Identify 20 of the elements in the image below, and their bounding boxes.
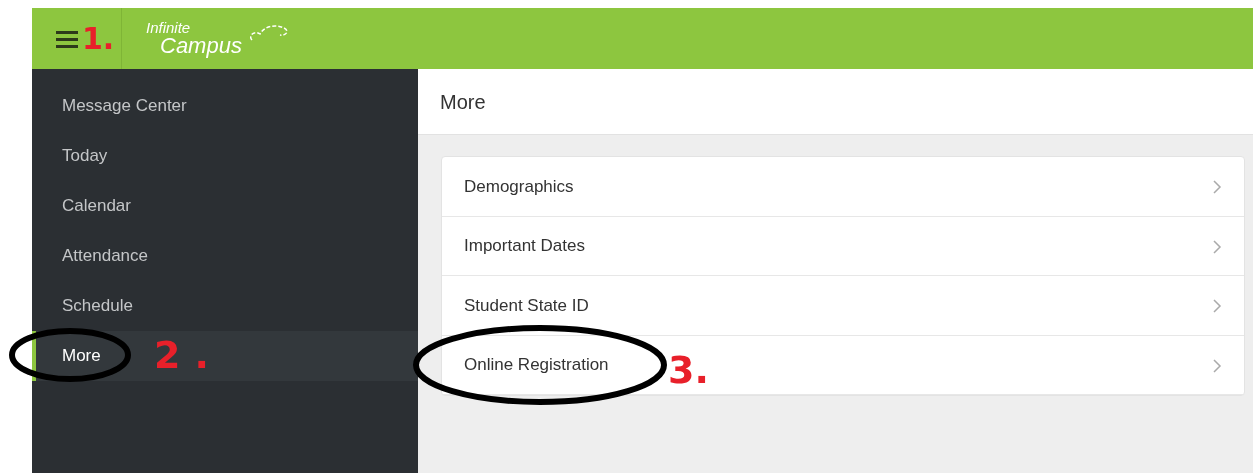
menu-item[interactable]: Student State ID — [442, 276, 1244, 336]
sidebar-item[interactable]: Message Center — [32, 81, 418, 131]
page-title: More — [418, 69, 1253, 135]
sidebar-item[interactable]: Today — [32, 131, 418, 181]
menu-item[interactable]: Important Dates — [442, 216, 1244, 276]
sidebar-item[interactable]: Attendance — [32, 231, 418, 281]
annotation-number: 1. — [82, 20, 115, 58]
chevron-right-icon — [1212, 179, 1222, 195]
menu-icon — [56, 29, 78, 48]
sidebar-item[interactable]: Schedule — [32, 281, 418, 331]
chevron-right-icon — [1212, 238, 1222, 255]
logo-text: Campus — [160, 35, 242, 57]
annotation-number: 2. — [154, 332, 223, 379]
annotation-number: 3. — [668, 346, 709, 394]
logo-text: Infinite — [146, 20, 192, 35]
chevron-right-icon — [1212, 357, 1222, 374]
menu-item[interactable]: Demographics — [442, 157, 1244, 217]
menu-button[interactable] — [56, 29, 78, 48]
chevron-right-icon — [1212, 298, 1222, 314]
sidebar-item[interactable]: Calendar — [32, 181, 418, 231]
